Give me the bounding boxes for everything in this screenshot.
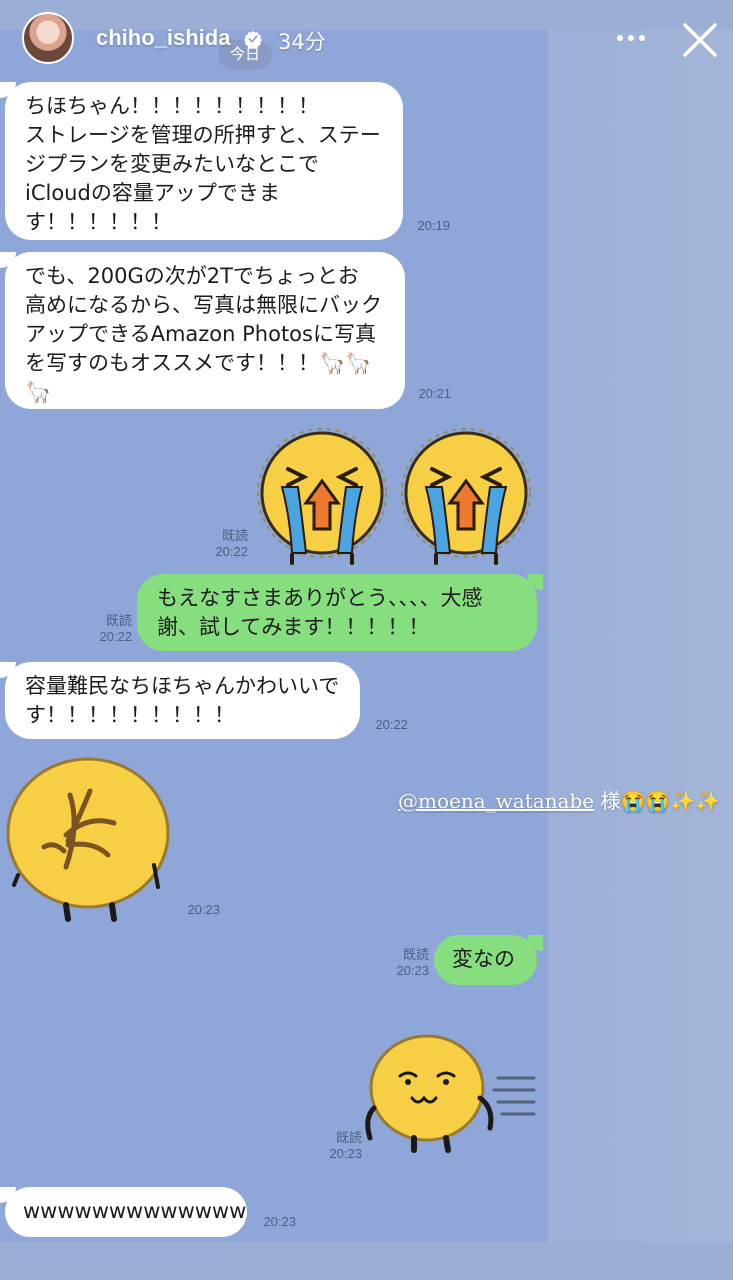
message-8-meta: 既読 20:23 (316, 1130, 362, 1162)
message-9-meta: 20:23 (252, 1214, 296, 1230)
message-2-meta: 20:21 (409, 386, 451, 402)
read-receipt: 既読 (335, 1130, 362, 1145)
message-time: 20:23 (263, 1214, 296, 1229)
smirk-running-sticker (365, 1034, 536, 1153)
message-bubble-2: でも、200Gの次が2Tでちょっとお 高めになるから、写真は無限にバック アップ… (5, 252, 405, 409)
back-turned-sticker (6, 757, 170, 922)
message-bubble-5: 容量難民なちほちゃんかわいいで す！！！！！！！！！ (5, 662, 360, 739)
read-receipt: 既読 (221, 528, 248, 543)
crying-face-sticker (257, 428, 387, 565)
story-side-area (548, 30, 733, 1242)
message-6-meta: 20:23 (176, 902, 220, 918)
message-time: 20:22 (99, 629, 132, 644)
message-bubble-1: ちほちゃん！！！！！！！！！ ストレージを管理の所押すと、ステー ジプランを変更… (5, 82, 403, 240)
username[interactable]: chiho_ishida (96, 25, 230, 51)
message-time: 20:23 (187, 902, 220, 917)
more-options-icon[interactable] (614, 26, 648, 50)
message-time: 20:21 (418, 386, 451, 401)
story-time-ago: 34分 (278, 30, 326, 54)
read-receipt: 既読 (402, 947, 429, 962)
message-time: 20:23 (396, 963, 429, 978)
message-7-meta: 既読 20:23 (383, 947, 429, 979)
message-time: 20:23 (329, 1146, 362, 1161)
message-5-meta: 20:22 (364, 717, 408, 733)
message-3-meta: 既読 20:22 (200, 528, 248, 560)
mention-handle-link[interactable]: @moena_watanabe (398, 789, 594, 813)
close-icon[interactable] (680, 20, 720, 60)
verified-badge-icon (244, 30, 262, 48)
avatar[interactable] (22, 12, 74, 64)
story-header: chiho_ishida 34分 (0, 0, 733, 80)
message-4-meta: 既読 20:22 (84, 613, 132, 645)
message-time: 20:19 (417, 218, 450, 233)
message-bubble-7: 変なの (434, 935, 537, 985)
mention-suffix: 様😭😭✨✨ (594, 789, 721, 813)
message-time: 20:22 (375, 717, 408, 732)
crying-face-sticker (401, 428, 531, 565)
read-receipt: 既読 (105, 613, 132, 628)
message-bubble-9: wwwwwwwwwwwww (5, 1187, 247, 1237)
message-time: 20:22 (215, 544, 248, 559)
message-1-meta: 20:19 (408, 218, 450, 234)
message-bubble-4: もえなすさまありがとう、、、、大感 謝、試してみます！！！！！ (137, 574, 537, 651)
story-mention[interactable]: @moena_watanabe 様😭😭✨✨ (398, 785, 720, 814)
